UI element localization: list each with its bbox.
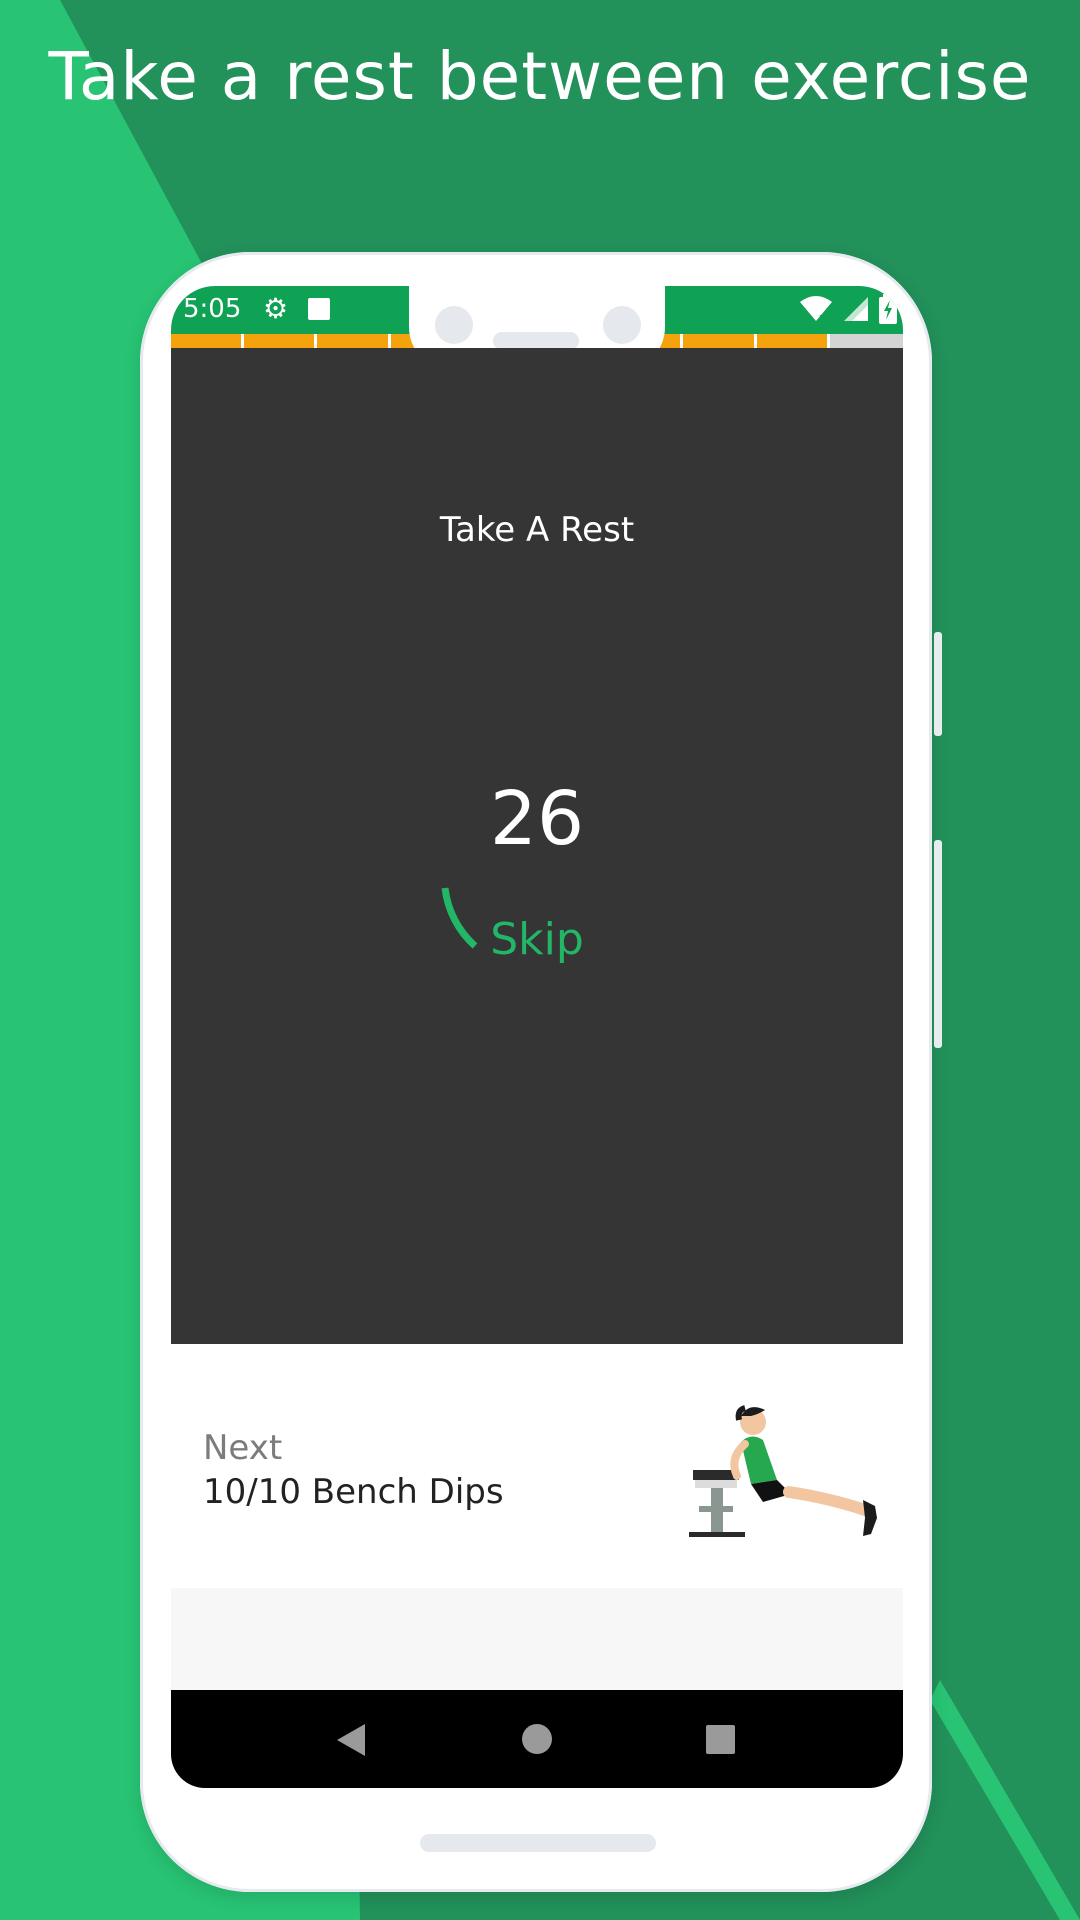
- headline: Take a rest between exercise: [48, 38, 1032, 115]
- back-icon[interactable]: [337, 1724, 365, 1756]
- battery-charging-icon: [879, 294, 897, 324]
- status-right-icons: x: [799, 292, 897, 326]
- recents-icon[interactable]: [706, 1725, 735, 1754]
- wifi-icon: x: [800, 296, 832, 322]
- progress-segment: [683, 334, 757, 348]
- rest-title: Take A Rest: [439, 510, 635, 550]
- next-exercise-card[interactable]: Next 10/10 Bench Dips: [171, 1344, 903, 1588]
- front-camera: [435, 306, 473, 344]
- front-sensor: [603, 306, 641, 344]
- square-notification-icon: [308, 298, 330, 320]
- status-time: 5:05: [183, 294, 242, 324]
- phone-volume-button: [934, 840, 942, 1048]
- next-label: Next: [203, 1428, 283, 1468]
- rest-panel: Take A Rest 26 Skip: [171, 348, 903, 1344]
- phone-side-button: [934, 632, 942, 736]
- next-exercise-name: 10/10 Bench Dips: [203, 1472, 504, 1512]
- progress-segment: [244, 334, 318, 348]
- gear-icon: ⚙: [263, 292, 289, 325]
- phone-screen: 5:05 ⚙ x Take A Rest 26 Skip Next 10/10 …: [171, 286, 903, 1788]
- progress-segment: [829, 334, 903, 348]
- bench-dips-illustration: [689, 1405, 877, 1537]
- progress-segment: [756, 334, 830, 348]
- progress-segment: [317, 334, 391, 348]
- progress-segment: [171, 334, 245, 348]
- home-icon[interactable]: [522, 1724, 552, 1754]
- cellular-signal-icon: [844, 297, 868, 321]
- countdown-timer: 26: [489, 776, 585, 862]
- svg-text:x: x: [819, 311, 826, 322]
- empty-footer-area: [171, 1588, 903, 1690]
- system-nav-bar: [171, 1690, 903, 1788]
- skip-button[interactable]: Skip: [171, 914, 903, 965]
- phone-home-indicator: [420, 1834, 656, 1852]
